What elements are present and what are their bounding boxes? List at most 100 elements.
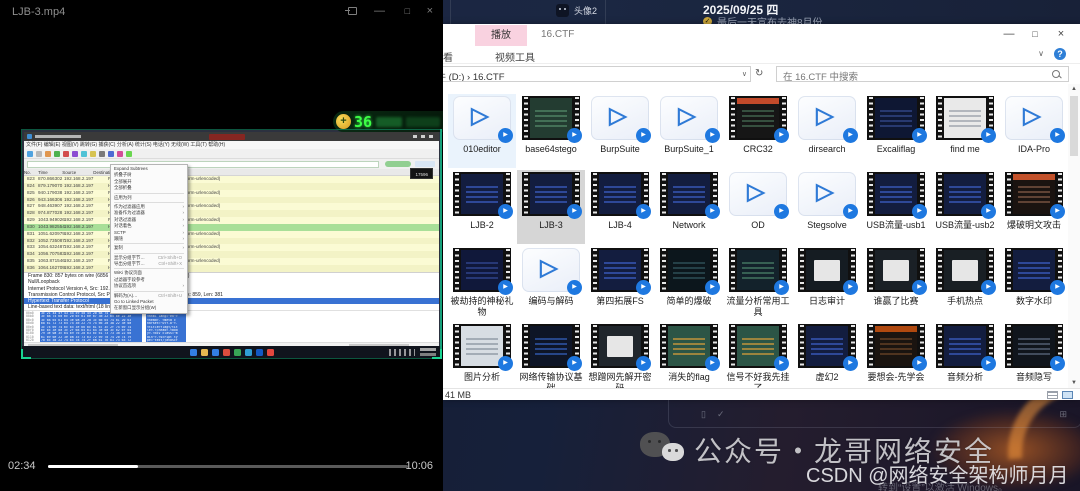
total-time: 10:06	[405, 460, 433, 472]
file-tile[interactable]: ▶ 手机热点	[931, 246, 999, 320]
file-name: 第四拓展FS	[596, 296, 644, 306]
file-tile[interactable]: ▶ USB流量-usb1	[862, 170, 930, 244]
video-thumbnail-filmstrip: ▶	[522, 96, 582, 143]
play-badge-icon: ▶	[636, 280, 651, 295]
seek-bar[interactable]	[48, 465, 408, 468]
file-name: 简单的爆破	[666, 296, 712, 306]
video-thumbnail-filmstrip: ▶	[660, 248, 720, 295]
scrollbar-thumb[interactable]	[1070, 96, 1078, 156]
file-tile[interactable]: ▶ 消失的flag	[655, 322, 723, 388]
file-tile[interactable]: ▶ 第四拓展FS	[586, 246, 654, 320]
file-tile[interactable]: ▶ USB流量-usb2	[931, 170, 999, 244]
video-thumbnail-filmstrip: ▶	[798, 248, 858, 295]
system-tray	[389, 349, 415, 356]
file-tile[interactable]: ▷ ▶ 010editor	[448, 94, 516, 168]
taskbar-icon	[200, 348, 208, 356]
file-tile[interactable]: ▶ LJB-3	[517, 170, 585, 244]
breadcrumb[interactable]: 此电脑 › 软件 (D:) › 16.CTF ∨	[413, 66, 751, 82]
toolbar-icon	[90, 150, 96, 157]
video-thumbnail-generic: ▷ ▶	[1005, 96, 1065, 143]
file-name: BurpSuite_1	[664, 144, 714, 154]
play-icon: ▷	[678, 101, 696, 128]
search-input[interactable]: 在 16.CTF 中搜索	[776, 66, 1069, 83]
file-tile[interactable]: ▷ ▶ dirsearch	[793, 94, 861, 168]
video-player-window[interactable]: LJB-3.mp4 — □ × + 36 文件(F) 编辑(E) 视图(V) 跳…	[0, 0, 443, 491]
video-thumbnail-filmstrip: ▶	[591, 172, 651, 219]
file-tile[interactable]: ▶ 图片分析	[448, 322, 516, 388]
help-icon[interactable]: ?	[1054, 48, 1066, 60]
file-tile[interactable]: ▶ 音频分析	[931, 322, 999, 388]
context-menu-item: 协议首选项 ›	[114, 283, 184, 289]
play-badge-icon: ▶	[705, 280, 720, 295]
scroll-up-icon[interactable]: ▲	[1068, 86, 1080, 92]
file-tile[interactable]: ▷ ▶ OD	[724, 170, 792, 244]
file-tile[interactable]: ▷ ▶ IDA-Pro	[1000, 94, 1068, 168]
file-tile[interactable]: ▶ 被劫持的神秘礼物	[448, 246, 516, 320]
toolbar-icon	[108, 150, 114, 157]
file-tile[interactable]: ▶ 虚幻2	[793, 322, 861, 388]
close-button[interactable]: ×	[1052, 27, 1070, 42]
pin-icon[interactable]	[345, 7, 357, 15]
packet-list: 823870.866302192.168.2.197POST / HTTP/1.…	[24, 176, 439, 272]
player-minimize-button[interactable]: —	[374, 5, 385, 17]
file-tile[interactable]: ▶ find me	[931, 94, 999, 168]
file-tile[interactable]: ▶ Excaliflag	[862, 94, 930, 168]
file-tile[interactable]: ▶ 流量分析常用工具	[724, 246, 792, 320]
file-tile[interactable]: ▷ ▶ BurpSuite	[586, 94, 654, 168]
player-close-button[interactable]: ×	[427, 5, 433, 17]
file-tile[interactable]: ▶ 信号不好我先挂了	[724, 322, 792, 388]
toolbar-icon	[27, 150, 33, 157]
video-thumbnail-filmstrip: ▶	[453, 248, 513, 295]
file-tile[interactable]: ▶ 简单的爆破	[655, 246, 723, 320]
file-tile[interactable]: ▶ 音频隐写	[1000, 322, 1068, 388]
chevron-down-icon[interactable]: ∨	[742, 70, 747, 78]
file-tile[interactable]: ▶ LJB-2	[448, 170, 516, 244]
play-badge-icon: ▶	[774, 280, 789, 295]
tab-play[interactable]: 播放	[475, 25, 527, 46]
vertical-scrollbar[interactable]: ▲ ▼	[1068, 84, 1080, 388]
file-tile[interactable]: ▶ Network	[655, 170, 723, 244]
search-icon[interactable]	[1052, 70, 1061, 79]
file-tile[interactable]: ▷ ▶ BurpSuite_1	[655, 94, 723, 168]
video-thumbnail-generic: ▷ ▶	[591, 96, 651, 143]
minimize-button[interactable]: —	[1000, 27, 1018, 42]
file-tile[interactable]: ▶ CRC32	[724, 94, 792, 168]
maximize-button[interactable]: □	[1026, 27, 1044, 42]
file-name: 手机热点	[946, 296, 983, 306]
file-tile[interactable]: ▶ 数字水印	[1000, 246, 1068, 320]
file-tile[interactable]: ▶ LJB-4	[586, 170, 654, 244]
refresh-icon[interactable]: ↻	[755, 68, 763, 79]
file-tile[interactable]: ▶ 日志审计	[793, 246, 861, 320]
file-tile[interactable]: ▶ 想蹭网先解开密码	[586, 322, 654, 388]
play-badge-icon: ▶	[981, 128, 996, 143]
check-icon: ✓	[717, 409, 725, 419]
file-name: 网络传输协议基础	[519, 372, 583, 388]
wireshark-icon	[27, 134, 32, 139]
packet-row: 8291043.949026192.168.2.197POST / HTTP/1…	[24, 217, 439, 224]
packet-row: 827948.463907192.168.2.197POST / HTTP/1.…	[24, 203, 439, 211]
list-view-icon[interactable]	[1047, 391, 1058, 399]
file-name: BurpSuite	[600, 144, 640, 154]
player-maximize-button[interactable]: □	[405, 6, 410, 16]
video-thumbnail-generic: ▷ ▶	[660, 96, 720, 143]
play-badge-icon: ▶	[705, 204, 720, 219]
file-tile[interactable]: ▶ 谁赢了比赛	[862, 246, 930, 320]
file-tile[interactable]: ▶ 网络传输协议基础	[517, 322, 585, 388]
file-tile[interactable]: ▶ 要想会-先学会	[862, 322, 930, 388]
file-tile[interactable]: ▶ 爆破明文攻击	[1000, 170, 1068, 244]
play-badge-icon: ▶	[705, 128, 720, 143]
thumbnail-view-icon[interactable]	[1062, 391, 1073, 399]
player-timeline[interactable]: 02:34 10:06	[0, 455, 443, 479]
file-tile[interactable]: ▶ base64stego	[517, 94, 585, 168]
play-badge-icon: ▶	[1050, 204, 1065, 219]
file-tile[interactable]: ▷ ▶ Stegsolve	[793, 170, 861, 244]
file-name: 流量分析常用工具	[726, 296, 790, 317]
play-badge-icon: ▶	[981, 356, 996, 371]
tab-video-tools[interactable]: 视频工具	[495, 49, 535, 64]
file-name: 编码与解码	[528, 296, 574, 306]
collapse-ribbon-icon[interactable]: ∨	[1038, 49, 1044, 58]
file-tile[interactable]: ▷ ▶ 编码与解码	[517, 246, 585, 320]
file-name: CRC32	[743, 144, 773, 154]
scroll-down-icon[interactable]: ▼	[1068, 380, 1080, 386]
context-menu-item: 全部折叠	[114, 185, 132, 191]
